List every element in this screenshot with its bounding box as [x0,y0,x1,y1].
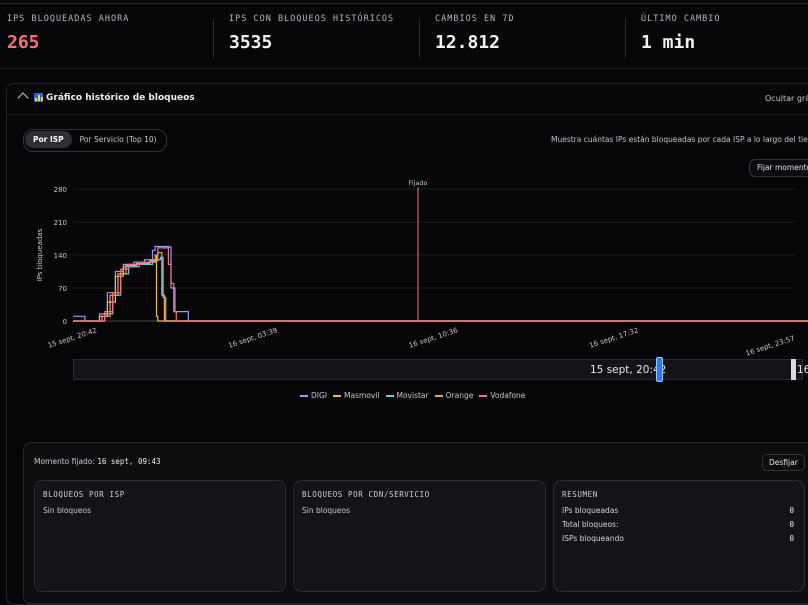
x-tick-label: 16 sept, 17:32 [588,326,639,349]
slider-handle[interactable] [656,357,663,382]
legend-item-vodafone[interactable]: Vodafone [479,391,525,400]
chart-legend: DIGI Masmovil Movistar Orange Vodafone [300,383,531,400]
legend-label: DIGI [311,391,328,400]
legend-label: Movistar [396,391,429,400]
fixed-marker-label: Fijado [408,179,427,187]
legend-swatch [385,395,394,397]
card-empty-text: Sin bloqueos [302,506,351,515]
card-empty-text: Sin bloqueos [43,506,92,515]
fixed-moment-label: Momento fijado: [34,457,95,466]
x-tick-label: 15 sept, 20:42 [47,326,98,349]
legend-label: Vodafone [490,391,526,400]
y-tick-label: 280 [54,186,67,194]
y-axis-label: IPs bloqueadas [36,228,44,281]
y-tick-label: 140 [54,252,67,260]
card-title: BLOQUEOS POR ISP [43,490,125,499]
x-tick-label: 16 sept, 23:57 [745,334,796,357]
legend-swatch [434,395,443,397]
series-line-vodafone [73,247,808,322]
unfix-button[interactable]: Desfijar [762,454,805,471]
legend-item-masmovil[interactable]: Masmovil [333,391,380,400]
card-summary: RESUMEN IPs bloqueadas 0 Total bloqueos: 0… [553,480,805,592]
y-tick-label: 210 [54,219,67,227]
summary-value: 0 [789,534,794,543]
legend-swatch [333,395,342,397]
summary-label: IPs bloqueadas [562,506,619,515]
summary-row: ISPs bloqueando 0 [562,534,794,543]
fixed-moment-value: 16 sept, 09:43 [97,457,161,466]
legend-swatch [479,395,488,397]
summary-row: Total bloqueos: 0 [562,520,794,529]
series-line-orange [73,252,808,322]
legend-item-orange[interactable]: Orange [434,391,474,400]
fixed-moment-text: Momento fijado: 16 sept, 09:43 [34,457,161,466]
slider-end-handle[interactable] [791,359,796,380]
time-range-slider[interactable] [73,359,803,380]
summary-row: IPs bloqueadas 0 [562,506,794,515]
summary-label: Total bloqueos: [562,520,619,529]
legend-label: Masmovil [344,391,380,400]
card-title: BLOQUEOS POR CDN/SERVICIO [302,490,430,499]
legend-swatch [300,395,308,397]
slider-start-label: 15 sept, 20:42 [590,364,667,376]
card-blocks-by-cdn: BLOQUEOS POR CDN/SERVICIO Sin bloqueos [293,480,546,592]
legend-item-digi[interactable]: DIGI [300,391,327,400]
y-tick-label: 70 [58,285,67,293]
series-line-digi [73,245,808,322]
summary-value: 0 [789,520,794,529]
summary-label: ISPs bloqueando [562,534,624,543]
card-title: RESUMEN [562,490,598,499]
summary-value: 0 [789,506,794,515]
fixed-moment-panel: Momento fijado: 16 sept, 09:43 Desfijar … [23,442,808,604]
x-tick-label: 16 sept, 10:36 [408,326,459,350]
card-blocks-by-isp: BLOQUEOS POR ISP Sin bloqueos [34,480,286,592]
slider-end-label: 16 [797,364,808,376]
x-tick-label: 16 sept, 03:39 [227,326,278,349]
legend-item-movistar[interactable]: Movistar [385,391,429,400]
legend-label: Orange [445,391,474,400]
y-tick-label: 0 [63,318,67,326]
